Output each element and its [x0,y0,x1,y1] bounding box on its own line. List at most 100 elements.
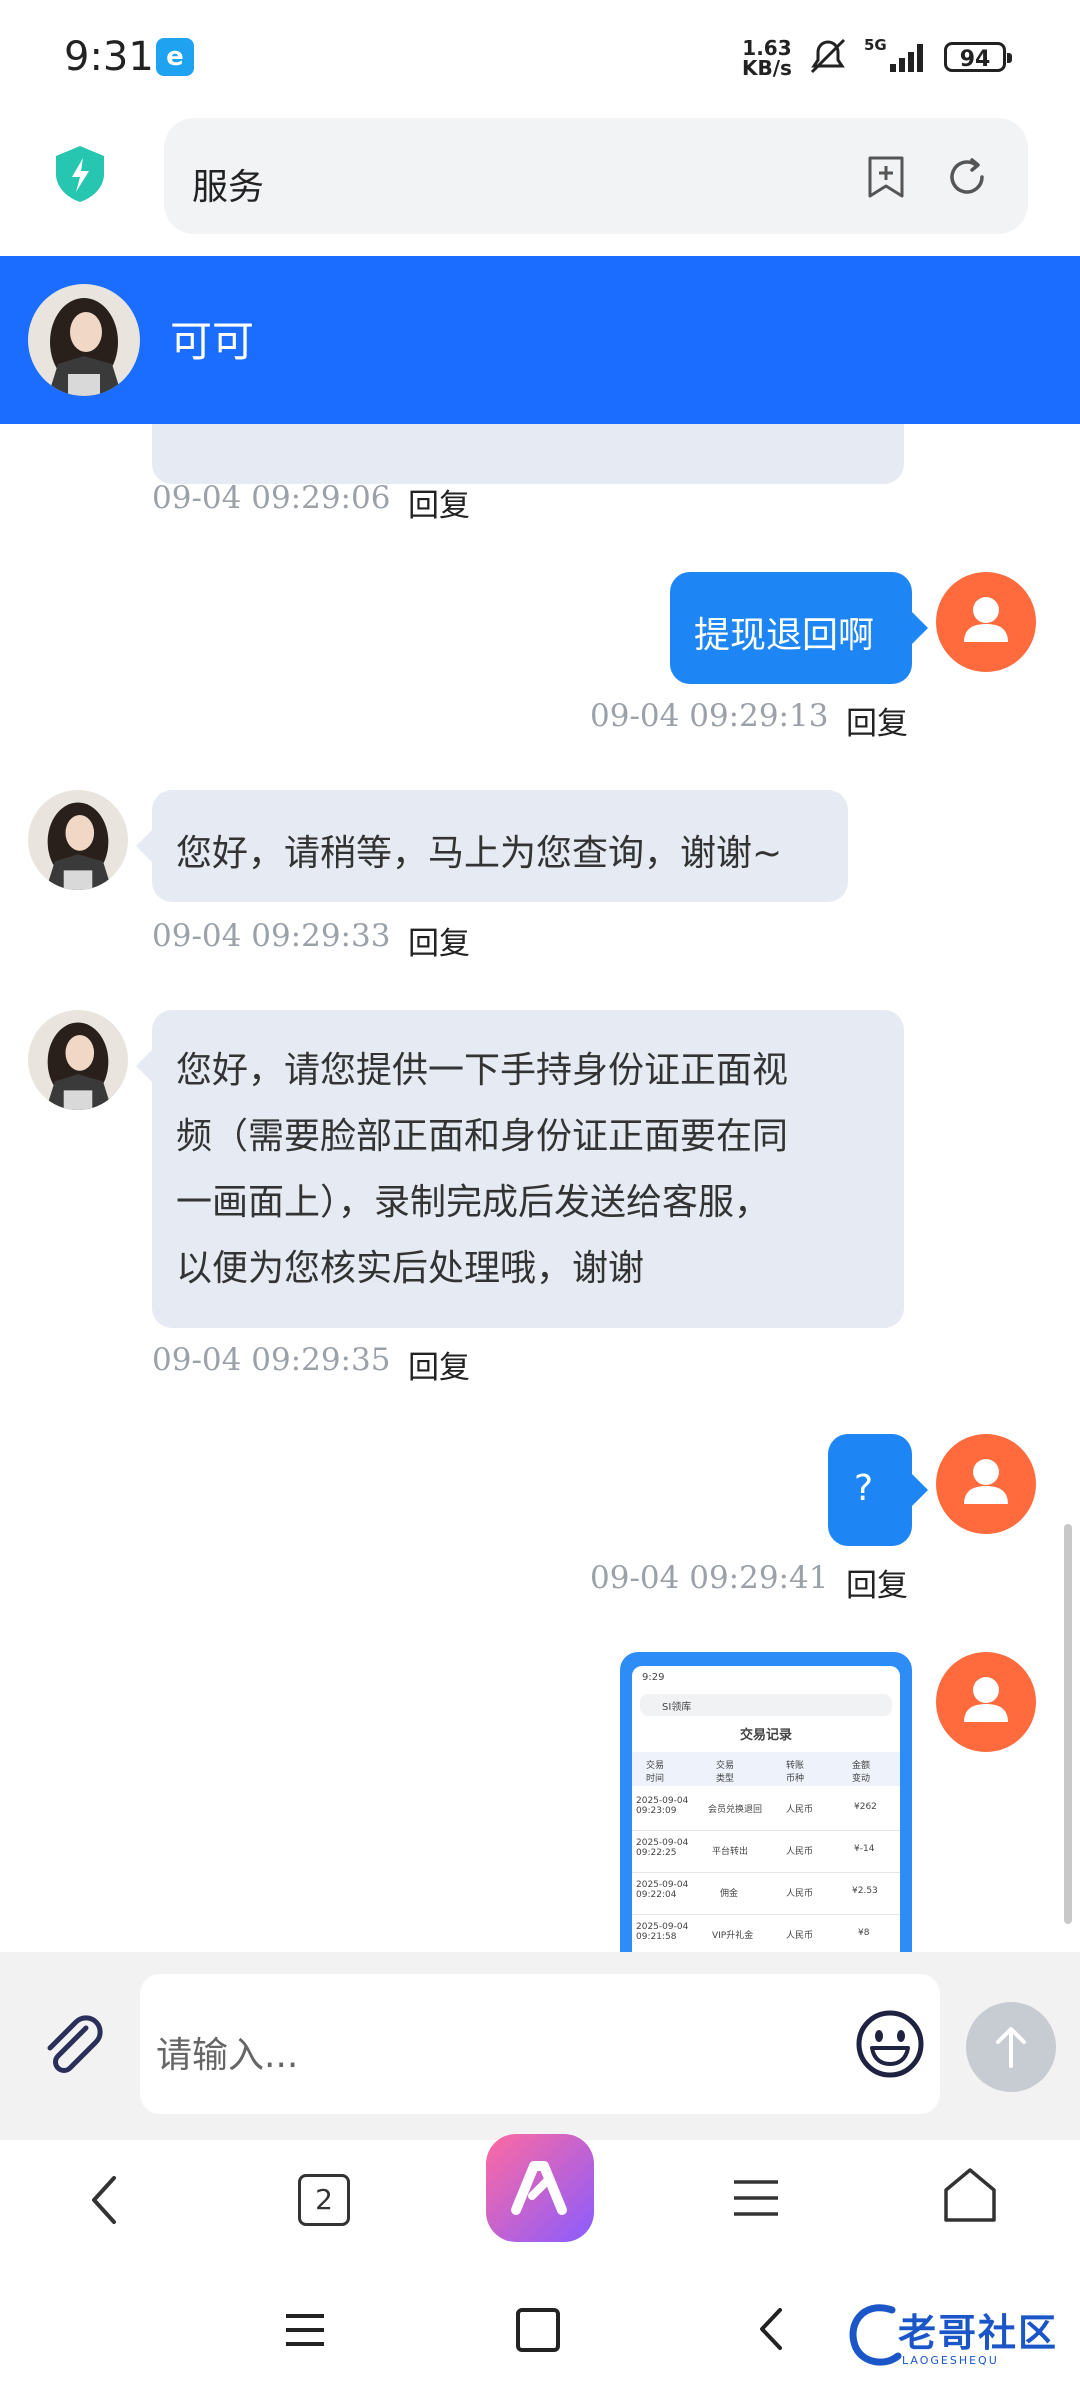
user-avatar[interactable] [936,1652,1036,1752]
preview-cell: 会员兑换退回 [708,1805,763,1815]
message-bubble-received[interactable]: 您好，请您提供一下手持身份证正面视 频（需要脸部正面和身份证正面要在同 一画面上… [136,1010,904,1328]
system-navigation-bar: 老哥社区 LAOGESHEQU [0,2260,1080,2400]
preview-cell: 人民币 [786,1931,814,1941]
user-icon [964,1459,1008,1504]
preview-cell: VIP升礼金 [712,1931,754,1941]
screenshot-preview: 9:29 SI领库 交易记录 交易 时间 交易 类型 转账 币种 金额 变动 2… [632,1666,900,1952]
preview-url: SI领库 [662,1702,692,1713]
page-title: 服务 [192,167,265,208]
message-line: 您好，请您提供一下手持身份证正面视 [176,1050,789,1091]
reply-button[interactable]: 回复 [408,1342,470,1387]
network-speed-unit: KB/s [742,56,792,80]
preview-col-header: 交易 类型 [716,1761,735,1784]
preview-table-row: 2025-09-04 09:22:25 平台转出 人民币 ¥-14 [632,1832,900,1873]
chat-header: 可可 [0,256,1080,424]
menu-icon[interactable] [730,2174,782,2222]
preview-cell: 2025-09-04 09:21:58 [636,1922,689,1942]
message-line: 频（需要脸部正面和身份证正面要在同 [176,1116,789,1157]
message-line: 以便为您核实后处理哦，谢谢 [176,1248,645,1289]
watermark-subtext: LAOGESHEQU [902,2354,999,2367]
battery-indicator: 94 [944,42,1012,72]
mute-icon [810,38,846,74]
message-text: 提现退回啊 [694,615,875,656]
security-shield-icon[interactable] [52,144,108,204]
network-speed-value: 1.63 [742,36,792,60]
refresh-icon[interactable] [944,154,990,200]
reply-button[interactable]: 回复 [408,918,470,963]
preview-cell: ¥262 [854,1802,877,1812]
ai-assistant-button[interactable] [486,2134,594,2242]
preview-cell: 平台转出 [712,1847,749,1857]
preview-title: 交易记录 [739,1728,792,1743]
add-bookmark-icon[interactable] [864,154,908,200]
chat-scrollbar[interactable] [1064,1524,1072,1924]
browser-toolbar: 服务 [0,110,1080,256]
preview-table-row: 2025-09-04 09:21:58 VIP升礼金 人民币 ¥8 [632,1916,900,1952]
tabs-button[interactable]: 2 [298,2174,350,2226]
message-bubble-sent[interactable]: ? [828,1434,928,1546]
preview-table-row: 2025-09-04 09:23:09 会员兑换退回 人民币 ¥262 [632,1790,900,1831]
user-avatar[interactable] [936,572,1036,672]
contact-avatar[interactable] [28,1010,128,1110]
home-icon[interactable] [940,2164,1000,2226]
app-notification-icon: e [156,38,194,76]
ai-logo-icon [511,2161,567,2215]
system-back-icon[interactable] [752,2304,788,2354]
preview-cell: ¥2.53 [852,1886,878,1896]
reply-button[interactable]: 回复 [408,480,470,525]
image-message[interactable]: 9:29 SI领库 交易记录 交易 时间 交易 类型 转账 币种 金额 变动 2… [620,1652,912,1952]
watermark-logo: 老哥社区 LAOGESHEQU [842,2296,1072,2376]
message-text: 您好，请稍等，马上为您查询，谢谢~ [176,833,783,874]
back-icon[interactable] [80,2170,128,2230]
preview-address-bar: SI领库 [640,1694,892,1716]
preview-col-header: 交易 时间 [646,1761,665,1784]
preview-time: 9:29 [642,1672,665,1683]
emoji-icon[interactable] [854,2008,926,2080]
preview-table-row: 2025-09-04 09:22:04 佣金 人民币 ¥2.53 [632,1874,900,1915]
status-bar: 9:31 e 1.63 KB/s 5G 94 [0,0,1080,110]
send-button[interactable] [966,2002,1056,2092]
message-timestamp: 09-04 09:29:35 [152,1342,391,1378]
message-timestamp: 09-04 09:29:41 [590,1560,829,1596]
message-bubble-received[interactable]: 您好，请稍等，马上为您查询，谢谢~ [136,790,848,902]
message-input-bar: 请输入... [0,1952,1080,2140]
reply-button[interactable]: 回复 [846,698,908,743]
contact-name: 可可 [170,317,255,366]
user-icon [964,597,1008,642]
message-input[interactable]: 请输入... [140,1974,940,2114]
reply-button[interactable]: 回复 [846,1560,908,1605]
contact-avatar[interactable] [28,284,140,396]
message-text: ? [854,1468,874,1509]
message-timestamp: 09-04 09:29:33 [152,918,391,954]
message-line: 一画面上），录制完成后发送给客服， [176,1182,771,1223]
message-text: 您好，请您提供一下手持身份证正面视 频（需要脸部正面和身份证正面要在同 一画面上… [176,1038,788,1302]
address-bar[interactable]: 服务 [164,118,1028,234]
preview-col-header: 转账 币种 [786,1761,805,1784]
status-time: 9:31 [64,34,154,80]
preview-cell: 2025-09-04 09:23:09 [636,1796,689,1816]
watermark-text: 老哥社区 [898,2311,1059,2355]
arrow-up-icon [996,2027,1026,2068]
chat-message-list[interactable]: 09-04 09:29:06 回复 提现退回啊 09-04 09:29:13 回… [0,424,1080,1952]
recent-apps-icon[interactable] [284,2310,326,2350]
network-speed: 1.63 KB/s [742,38,792,78]
preview-col-header: 金额 变动 [852,1761,871,1784]
preview-cell: 2025-09-04 09:22:25 [636,1838,689,1858]
system-home-button[interactable] [516,2308,560,2352]
contact-avatar[interactable] [28,790,128,890]
browser-bottom-nav: 2 [0,2134,1080,2260]
signal-icon: 5G [864,36,923,72]
preview-cell: 人民币 [786,1805,814,1815]
preview-cell: ¥-14 [854,1844,875,1854]
preview-table-header: 交易 时间 交易 类型 转账 币种 金额 变动 [632,1752,900,1786]
network-type: 5G [864,36,887,54]
attachment-icon[interactable] [34,2008,110,2084]
user-avatar[interactable] [936,1434,1036,1534]
preview-cell: 人民币 [786,1847,814,1857]
message-bubble-received[interactable] [152,424,904,484]
preview-cell: 2025-09-04 09:22:04 [636,1880,689,1900]
message-bubble-sent[interactable]: 提现退回啊 [670,572,928,684]
message-timestamp: 09-04 09:29:06 [152,480,391,516]
user-icon [964,1677,1008,1722]
dragon-logo-icon [849,2304,902,2366]
